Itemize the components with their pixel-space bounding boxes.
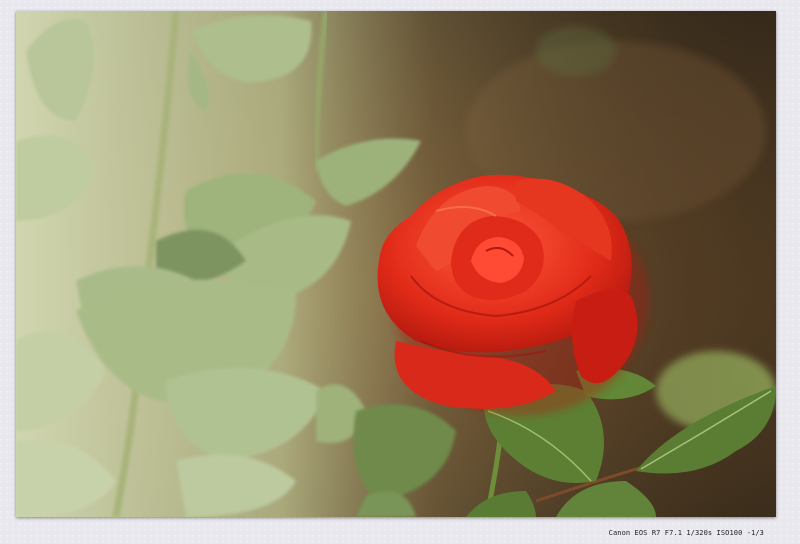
rose-photo [16, 11, 776, 517]
photo-frame: Canon EOS R7 F7.1 1/320s ISO100 -1/3 [0, 0, 800, 544]
exif-caption: Canon EOS R7 F7.1 1/320s ISO100 -1/3 [608, 529, 764, 537]
